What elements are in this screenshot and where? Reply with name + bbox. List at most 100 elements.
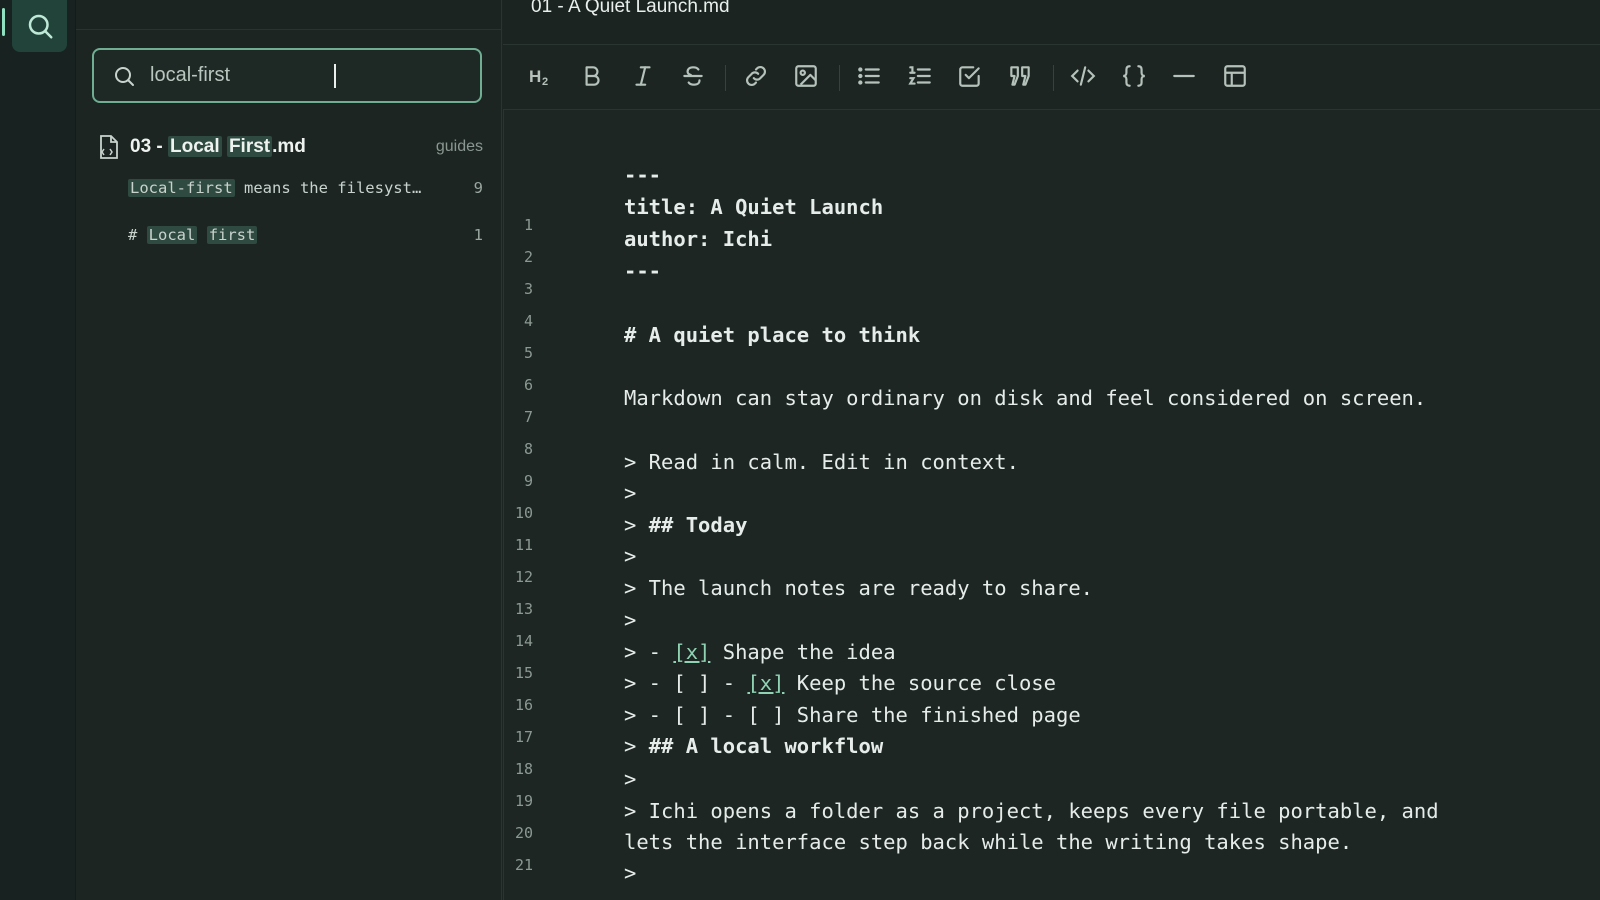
line-number: 8 [523,440,533,458]
line-number: 9 [523,472,533,490]
line-number: 4 [523,312,533,330]
highlight: Local-first [128,179,235,197]
code-line: > [624,861,637,885]
sidebar-header [76,0,501,30]
search-field[interactable] [92,48,482,103]
line-number: 3 [523,280,533,298]
line-number: 16 [514,696,533,714]
frontmatter-delimiter: --- [624,163,662,187]
document-title[interactable]: 01 - A Quiet Launch.md [531,0,730,18]
heading-text: ## Today [648,513,748,537]
code-line: > [624,544,637,568]
highlight: Local [146,226,198,244]
highlight: Local [168,136,222,157]
formatting-toolbar: H2 [503,45,1600,110]
search-match-item[interactable]: Local-first means the filesyst… 9 [128,175,483,201]
text-caret [334,64,336,88]
line-number: 5 [523,344,533,362]
search-input[interactable] [148,63,472,88]
quote-marker: > [624,734,649,758]
markdown-file-icon [98,134,120,160]
line-number: 10 [514,504,533,522]
code-block-icon[interactable] [1117,59,1151,93]
toolbar-divider [725,65,726,91]
code-line: > [624,608,637,632]
match-text: Local-first means the filesyst… [128,179,421,197]
search-icon [25,11,55,41]
heading-text: ## A local workflow [648,734,884,758]
svg-text:2: 2 [542,76,548,88]
match-rest: means the filesyst… [234,179,422,197]
search-result-file[interactable]: 03 - Local First .md guides [98,132,483,162]
task-checkbox[interactable]: [x] [673,640,710,664]
code-line: title: A Quiet Launch [624,195,884,219]
code-line: > ## Today [624,513,747,537]
line-number: 7 [523,408,533,426]
highlight: First [226,136,273,157]
line-number: 18 [514,760,533,778]
task-text: Keep the source close [784,671,1056,695]
highlight: first [206,226,258,244]
match-line-number: 9 [473,179,483,197]
line-number: 12 [514,568,533,586]
code-line: > - [ ] - [x] Keep the source close [624,671,1056,695]
search-sidebar: 03 - Local First.md guides Local-first m… [76,0,502,900]
search-view-button[interactable] [12,0,67,52]
line-number: 14 [514,632,533,650]
strikethrough-icon[interactable] [676,59,710,93]
frontmatter-delimiter: --- [624,259,662,283]
table-icon[interactable] [1218,59,1252,93]
line-number: 6 [523,376,533,394]
code-line: lets the interface step back while the w… [624,830,1353,854]
code-line: Markdown can stay ordinary on disk and f… [624,386,1427,410]
line-number: 11 [514,536,533,554]
code-line: > [624,767,637,791]
line-number: 1 [523,216,533,234]
italic-icon[interactable] [626,59,660,93]
file-name-prefix: 03 - [130,136,169,157]
file-name-suffix: .md [272,136,306,157]
task-prefix: > - [ ] - [624,671,748,695]
task-checkbox[interactable]: [x] [747,671,784,695]
code-line: > ## A local workflow [624,734,883,758]
editor-titlebar: 01 - A Quiet Launch.md [503,0,1600,45]
numbered-list-icon[interactable] [903,59,937,93]
svg-text:H: H [529,67,541,86]
match-prefix: # [128,226,147,244]
code-line: > Read in calm. Edit in context. [624,450,1019,474]
quote-icon[interactable] [1003,59,1037,93]
result-folder: guides [435,138,483,155]
quote-marker: > [624,513,649,537]
heading-line: # A quiet place to think [624,323,921,347]
search-match-item[interactable]: # Local first 1 [128,222,483,248]
line-number: 17 [514,728,533,746]
line-number: 15 [514,664,533,682]
code-icon[interactable] [1066,59,1100,93]
task-prefix: > - [624,640,674,664]
code-line: > Ichi opens a folder as a project, keep… [624,799,1439,823]
bullet-list-icon[interactable] [852,59,886,93]
code-line: author: Ichi [624,227,773,251]
result-file-name: 03 - Local First .md [130,136,306,158]
bold-icon[interactable] [575,59,609,93]
match-line-number: 1 [473,226,483,244]
line-number: 13 [514,600,533,618]
line-number: 19 [514,792,533,810]
image-icon[interactable] [789,59,823,93]
link-icon[interactable] [739,59,773,93]
activity-bar [0,0,76,900]
match-text: # Local first [128,226,258,244]
code-line: > - [x] Shape the idea [624,640,896,664]
task-text: Shape the idea [710,640,896,664]
heading-icon[interactable]: H2 [524,59,558,93]
horizontal-rule-icon[interactable] [1167,59,1201,93]
line-number: 20 [514,824,533,842]
line-number: 21 [514,856,533,874]
line-number: 2 [523,248,533,266]
code-line: > [624,481,637,505]
code-line: > - [ ] - [ ] Share the finished page [624,703,1081,727]
task-list-icon[interactable] [953,59,987,93]
code-line: > The launch notes are ready to share. [624,576,1093,600]
toolbar-divider [839,65,840,91]
toolbar-divider [1053,65,1054,91]
